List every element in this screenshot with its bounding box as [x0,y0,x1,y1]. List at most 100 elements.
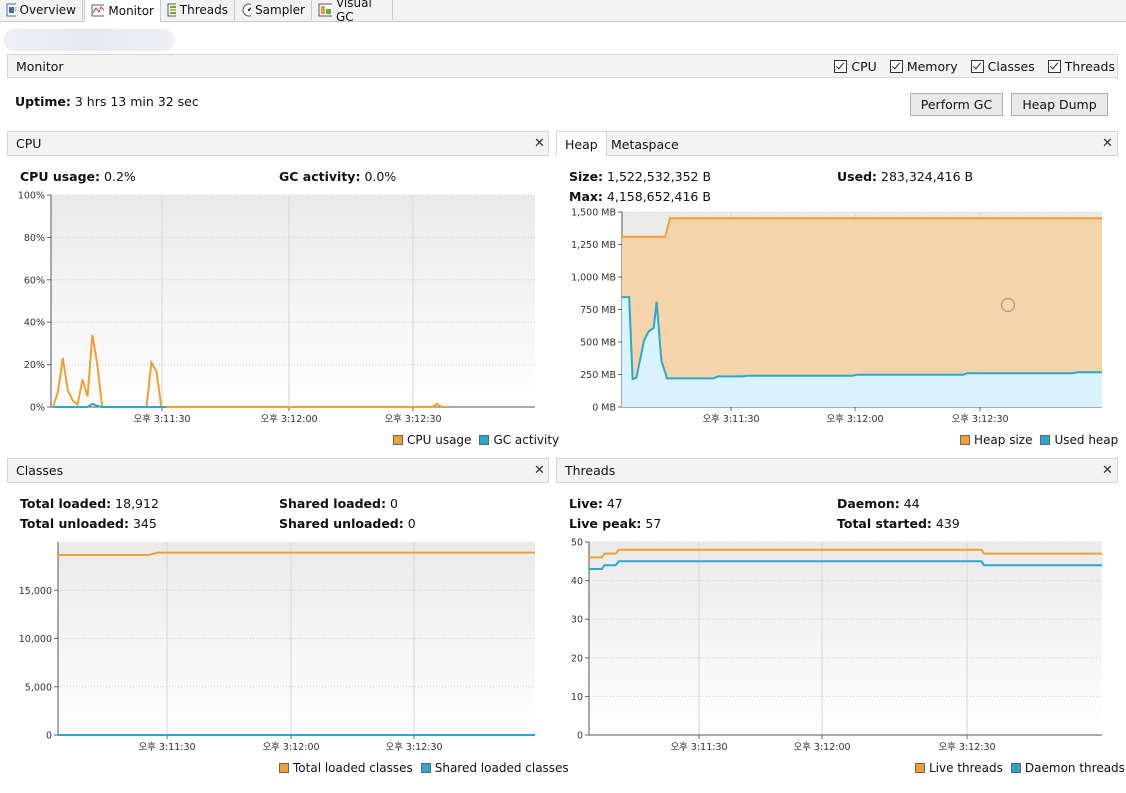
total-loaded: Total loaded: 18,912 [20,496,159,511]
heap-max: Max: 4,158,652,416 B [569,189,711,204]
tab-heap[interactable]: Heap [557,132,607,156]
y-tick-label: 0 MB [592,403,616,414]
live-threads-label: Live: [569,496,603,511]
gc-activity-value: 0.0% [364,169,397,184]
x-tick-label: 오후 3:12:30 [385,742,442,753]
plot-area [51,195,535,407]
daemon-threads-label: Daemon: [837,496,900,511]
tab-overview-label: Overview [19,3,77,17]
classes-close-icon[interactable]: ✕ [534,463,545,478]
threads-checkbox-label: Threads [1064,58,1115,74]
heap-used-value: 283,324,416 B [881,169,974,184]
tab-overview[interactable]: Overview [0,0,83,20]
shared-loaded-label: Shared loaded: [279,496,386,511]
x-tick-label: 오후 3:12:30 [384,414,441,425]
x-tick-label: 오후 3:11:30 [702,414,759,425]
checkbox-check-icon [970,59,984,73]
tab-threads-label: Threads [179,3,228,17]
checkbox-check-icon [1047,59,1061,73]
visual-gc-icon [318,3,332,17]
tab-threads[interactable]: Threads [161,0,235,20]
x-tick-label: 오후 3:12:00 [793,742,850,753]
live-threads: Live: 47 [569,496,623,511]
y-tick-label: 500 MB [580,338,616,349]
classes-checkbox-label: Classes [987,58,1035,74]
perform-gc-button[interactable]: Perform GC [910,93,1003,116]
cpu-checkbox[interactable]: CPU [834,58,877,74]
heap-dump-button[interactable]: Heap Dump [1011,93,1108,116]
y-tick-label: 5,000 [25,682,52,693]
classes-chart: 15,000 10,000 5,000 0 오후 3:11:30 오후 3:12:00 오후… [19,542,535,753]
total-loaded-value: 18,912 [115,496,159,511]
y-tick-label: 250 MB [580,370,616,381]
y-tick-label: 0% [30,403,45,414]
threads-panel-header: Threads [556,458,1118,483]
live-peak-label: Live peak: [569,516,642,531]
y-tick-label: 15,000 [19,586,52,597]
classes-legend: Total loaded classes Shared loaded class… [271,761,569,775]
legend-shared-loaded-classes: Shared loaded classes [420,761,569,775]
threads-close-icon[interactable]: ✕ [1102,463,1113,478]
live-peak-value: 57 [645,516,662,531]
cpu-legend: CPU usage GC activity [385,433,559,447]
x-tick-label: 오후 3:12:00 [826,414,883,425]
y-tick-label: 0 [577,731,583,742]
threads-checkbox[interactable]: Threads [1047,58,1115,74]
x-tick-label: 오후 3:11:30 [138,742,195,753]
x-tick-label: 오후 3:12:30 [938,742,995,753]
heap-chart: 1,500 MB 1,250 MB 1,000 MB 750 MB 500 MB 250 … [571,208,1102,425]
total-unloaded: Total unloaded: 345 [20,516,157,531]
heap-close-icon[interactable]: ✕ [1102,136,1113,151]
tab-visual-gc[interactable]: Visual GC [312,0,393,24]
shared-unloaded-value: 0 [407,516,416,531]
daemon-threads-value: 44 [903,496,920,511]
tab-monitor[interactable]: Monitor [84,0,161,22]
legend-heap-size: Heap size [960,433,1032,447]
legend-total-loaded-classes: Total loaded classes [279,761,413,775]
cpu-panel-header: CPU [7,131,549,156]
y-tick-label: 80% [24,233,45,244]
shared-loaded-value: 0 [389,496,398,511]
legend-gc-activity: GC activity [479,433,559,447]
heap-legend: Heap size Used heap [952,433,1118,447]
daemon-threads: Daemon: 44 [837,496,920,511]
total-started-label: Total started: [837,516,932,531]
memory-checkbox[interactable]: Memory [889,59,958,74]
gc-activity: GC activity: 0.0% [279,169,396,184]
classes-panel-header: Classes [7,458,549,483]
plot-area [589,542,1102,735]
legend-live-threads: Live threads [915,761,1003,775]
y-tick-label: 30 [571,615,583,626]
x-tick-label: 오후 3:11:30 [670,742,727,753]
tab-metaspace[interactable]: Metaspace [603,132,687,156]
legend-daemon-threads: Daemon threads [1010,761,1125,775]
y-tick-label: 750 MB [580,305,616,316]
cpu-chart: 100% 80% 60% 40% 20% 0% 오후 3:11:30 오후 3:12:00 오후… [18,191,535,425]
y-tick-label: 40 [571,576,583,587]
uptime-label: Uptime: [15,94,71,109]
classes-panel-title: Classes [16,463,64,478]
uptime-value: 3 hrs 13 min 32 sec [74,94,199,109]
heap-size-label: Size: [569,169,604,184]
x-tick-label: 오후 3:12:00 [262,742,319,753]
heap-max-value: 4,158,652,416 B [606,189,711,204]
y-tick-label: 10,000 [19,634,52,645]
tab-visual-gc-label: Visual GC [335,0,372,24]
threads-legend: Live threads Daemon threads [907,761,1125,775]
legend-cpu-usage: CPU usage [393,433,471,447]
y-tick-label: 20% [24,360,45,371]
y-tick-label: 10 [571,692,583,703]
x-tick-label: 오후 3:12:00 [260,414,317,425]
classes-checkbox[interactable]: Classes [970,58,1035,74]
monitor-header: Monitor CPU Memory Classes Threads [7,54,1118,78]
total-loaded-label: Total loaded: [20,496,112,511]
shared-unloaded-label: Shared unloaded: [279,516,404,531]
heap-size: Size: 1,522,532,352 B [569,169,711,184]
heap-panel-header: Heap Metaspace [556,131,1118,156]
tab-sampler[interactable]: Sampler [235,0,312,20]
heap-used-label: Used: [837,169,878,184]
cpu-close-icon[interactable]: ✕ [534,136,545,151]
threads-chart: 50 40 30 20 10 0 오후 3:11:30 오후 3:12:00 오후 3:12:3… [571,538,1102,753]
cpu-checkbox-label: CPU [851,58,877,74]
total-started-value: 439 [935,516,960,531]
